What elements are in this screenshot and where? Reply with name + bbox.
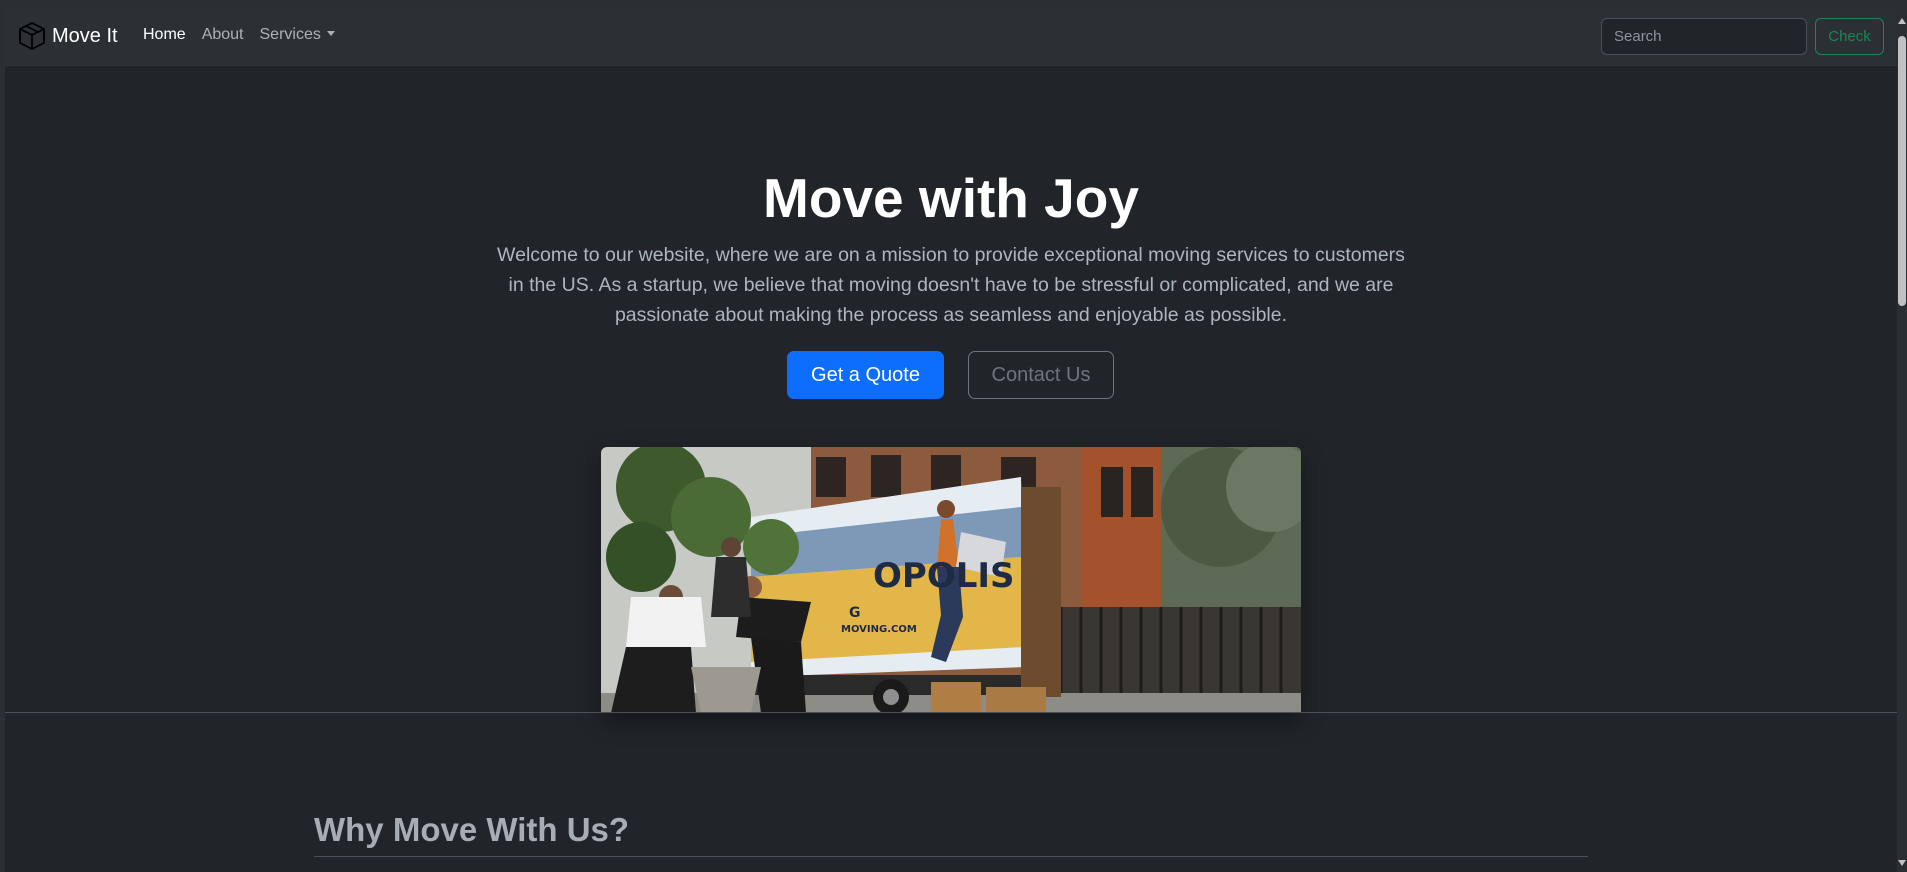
nav-services-dropdown[interactable]: Services bbox=[260, 26, 335, 44]
section-divider bbox=[5, 712, 1897, 713]
features-title: Why Move With Us? bbox=[314, 811, 630, 848]
page-scrollbar[interactable] bbox=[1897, 6, 1907, 872]
nav-home[interactable]: Home bbox=[143, 26, 186, 44]
hero-title: Move with Joy bbox=[763, 167, 1139, 229]
navbar: Move It Home About Services Check bbox=[5, 6, 1897, 66]
truck-text-opolis: OPOLIS bbox=[873, 556, 1015, 596]
brand-label: Move It bbox=[52, 24, 118, 47]
scrollbar-thumb[interactable] bbox=[1898, 36, 1906, 306]
check-button[interactable]: Check bbox=[1815, 18, 1884, 55]
search-input[interactable] bbox=[1601, 18, 1807, 55]
scroll-up-icon[interactable] bbox=[1898, 18, 1906, 24]
nav-about[interactable]: About bbox=[202, 26, 244, 44]
caret-down-icon bbox=[326, 31, 335, 36]
box-icon bbox=[19, 22, 45, 50]
nav-services-label: Services bbox=[259, 26, 321, 43]
features-rule bbox=[314, 856, 1588, 857]
moving-truck-illustration: OPOLIS G MOVING.COM 520 bbox=[601, 447, 1301, 713]
page-viewport: Move It Home About Services Check Move w… bbox=[5, 6, 1897, 872]
get-quote-button[interactable]: Get a Quote bbox=[787, 351, 944, 399]
brand-link[interactable]: Move It bbox=[16, 20, 118, 52]
hero-lead: Welcome to our website, where we are on … bbox=[497, 244, 1405, 326]
nav-links: Home About Services bbox=[143, 26, 351, 44]
hero-image: OPOLIS G MOVING.COM 520 bbox=[601, 447, 1301, 713]
scroll-down-icon[interactable] bbox=[1898, 860, 1906, 866]
truck-text-g: G bbox=[849, 605, 861, 621]
contact-us-button[interactable]: Contact Us bbox=[968, 351, 1114, 399]
truck-text-url: MOVING.COM bbox=[841, 624, 917, 635]
